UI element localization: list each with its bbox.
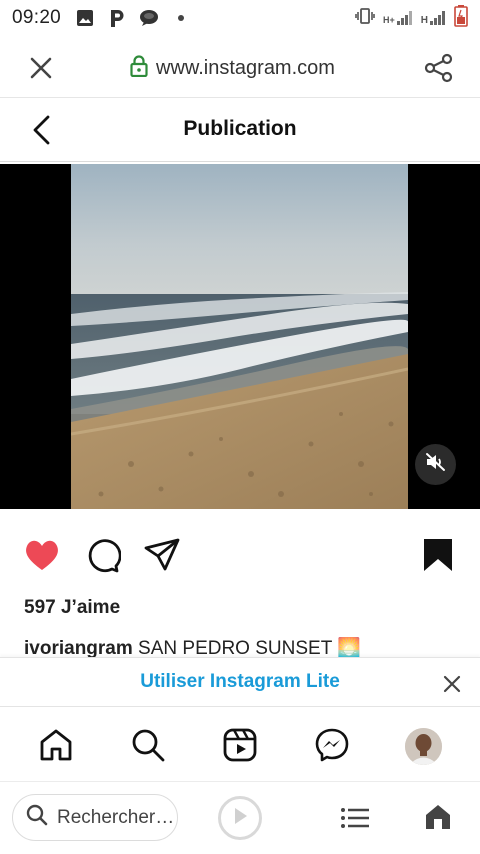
post-actions [0,530,480,578]
heart-icon[interactable] [23,536,61,574]
browser-search-field[interactable]: Rechercher… [12,794,178,841]
close-icon[interactable] [28,55,54,81]
video-frame[interactable] [71,164,408,509]
share-icon[interactable] [424,53,454,83]
chat-bubble-icon [139,8,159,28]
lock-icon [130,54,148,82]
image-icon [75,8,95,28]
url-text: www.instagram.com [156,56,335,79]
url-field[interactable]: www.instagram.com [130,54,335,82]
profile-avatar[interactable] [405,728,442,765]
messenger-icon[interactable] [314,727,350,763]
likes-count[interactable]: 597 J’aime [24,597,120,619]
home-icon[interactable] [38,727,74,763]
close-icon[interactable] [442,674,462,694]
hplus-signal-icon: H+ [383,11,413,25]
caption-text: SAN PEDRO SUNSET 🌅 [138,638,361,658]
browser-address-bar: www.instagram.com [0,36,480,98]
caption-username[interactable]: ivoriangram [24,638,133,658]
search-placeholder: Rechercher… [57,806,175,828]
speaker-muted-icon [425,452,447,477]
browser-bottom-bar: Rechercher… [0,782,480,854]
vibrate-icon [355,7,375,29]
instagram-bottom-nav [0,708,480,782]
page-title: Publication [183,117,297,140]
battery-icon [454,4,468,32]
dot-icon [171,8,191,28]
hplus-signal-icon: H [421,11,446,26]
mute-button[interactable] [415,444,456,485]
play-button[interactable] [218,796,262,840]
browser-home-icon[interactable] [424,803,452,831]
status-time: 09:20 [12,7,62,28]
reels-icon[interactable] [222,727,258,763]
instagram-lite-banner: Utiliser Instagram Lite [0,657,480,707]
post-caption: ivoriangram SAN PEDRO SUNSET 🌅 [24,636,464,658]
post-video[interactable] [0,164,480,509]
status-bar: 09:20 H+ H [0,0,480,36]
list-menu-icon[interactable] [340,806,370,830]
search-icon[interactable] [130,727,166,763]
use-instagram-lite-link[interactable]: Utiliser Instagram Lite [0,671,480,693]
bookmark-icon[interactable] [420,536,458,574]
parking-icon [107,8,127,28]
send-icon[interactable] [143,536,181,574]
search-icon [25,803,49,832]
play-icon [231,806,249,831]
comment-icon[interactable] [83,536,122,574]
page-header: Publication [0,98,480,162]
